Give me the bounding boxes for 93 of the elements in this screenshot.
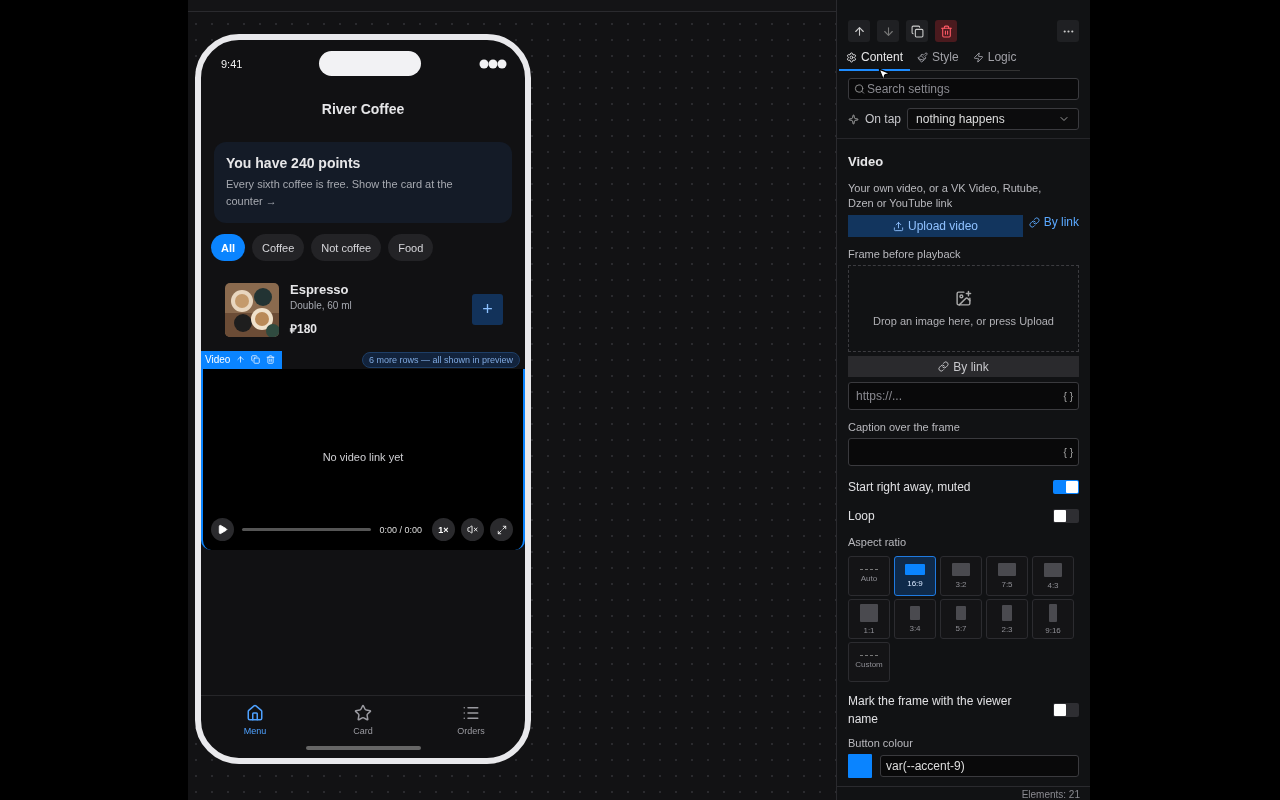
- caption-field[interactable]: [848, 438, 1079, 466]
- search-field[interactable]: Search settings: [848, 78, 1079, 100]
- move-down-button[interactable]: [877, 20, 899, 42]
- category-chip[interactable]: Coffee: [252, 234, 305, 261]
- more-button[interactable]: [1057, 20, 1079, 42]
- mute-icon: [467, 524, 478, 535]
- image-plus-icon: [955, 290, 972, 307]
- upload-icon: [892, 220, 904, 232]
- brush-icon: [917, 51, 929, 63]
- play-icon: [217, 524, 228, 535]
- ratio-option[interactable]: 3:4: [894, 599, 936, 639]
- star-icon: [354, 704, 372, 722]
- move-up-button[interactable]: [848, 20, 870, 42]
- product-detail: Double, 60 ml: [290, 300, 353, 311]
- add-button[interactable]: +: [472, 294, 503, 325]
- fullscreen-button[interactable]: [490, 518, 513, 541]
- colour-label: Button colour: [848, 737, 914, 749]
- tab-bar-item[interactable]: Menu: [215, 704, 295, 736]
- frame-by-link-button[interactable]: By link: [848, 356, 1079, 377]
- by-link-button[interactable]: By link: [1028, 215, 1079, 229]
- ratio-option[interactable]: 1:1: [848, 599, 890, 639]
- bolt-icon: [972, 51, 984, 63]
- image-dropzone[interactable]: Drop an image here, or press Upload: [848, 265, 1079, 352]
- caption-label: Caption over the frame: [848, 421, 961, 433]
- tab-bar-item[interactable]: Card: [323, 704, 403, 736]
- ratio-option[interactable]: 3:2: [940, 556, 982, 596]
- app-title: River Coffee: [320, 100, 406, 119]
- ratio-option[interactable]: Auto: [848, 556, 890, 596]
- category-chip[interactable]: Not coffee: [311, 234, 382, 261]
- category-chip[interactable]: All: [211, 234, 246, 261]
- category-chip[interactable]: Food: [388, 234, 434, 261]
- status-text: Elements: 21: [1021, 789, 1080, 800]
- colour-swatch[interactable]: [848, 754, 872, 778]
- toggle-switch[interactable]: [1053, 480, 1079, 494]
- list-icon: [462, 704, 480, 722]
- product-price: ₽180: [290, 321, 319, 337]
- settings-icon: [846, 51, 857, 63]
- video-player[interactable]: No video link yet 0:00 / 0:00 1×: [201, 369, 525, 550]
- trash-icon: [939, 24, 953, 38]
- colour-field[interactable]: var(--accent-9): [880, 755, 1079, 777]
- search-icon: [854, 83, 865, 95]
- arrow-down-icon: [881, 24, 895, 38]
- panel-tab[interactable]: Style: [910, 46, 966, 71]
- braces-button[interactable]: { }: [1063, 446, 1073, 458]
- section-title: Video: [848, 154, 885, 169]
- ratio-option[interactable]: 9:16: [1032, 599, 1074, 639]
- mute-button[interactable]: [461, 518, 484, 541]
- copy-icon: [910, 24, 924, 38]
- braces-button[interactable]: { }: [1063, 390, 1073, 402]
- expand-icon: [496, 524, 507, 535]
- speed-button[interactable]: 1×: [432, 518, 455, 541]
- duplicate-button[interactable]: [906, 20, 928, 42]
- toggle-label: Mark the frame with the viewer name: [848, 693, 1013, 728]
- arrow-up-icon[interactable]: [236, 355, 246, 364]
- arrow-up-icon: [852, 24, 866, 38]
- dots-icon: [479, 58, 507, 69]
- on-tap-label: On tap: [865, 112, 902, 126]
- panel-tab[interactable]: Logic: [965, 46, 1024, 71]
- selection-label: Video: [205, 354, 231, 365]
- trash-icon[interactable]: [266, 355, 276, 364]
- toggle-switch[interactable]: [1053, 703, 1079, 717]
- rows-note: 6 more rows — all shown in preview: [361, 351, 520, 368]
- ratio-option[interactable]: 4:3: [1032, 556, 1074, 596]
- points-card[interactable]: You have 240 points Every sixth coffee is free. Show the card at the counter →: [214, 142, 512, 223]
- toggle-switch[interactable]: [1053, 509, 1079, 523]
- cursor-icon: [877, 67, 891, 81]
- toggle-label: Start right away, muted: [848, 479, 971, 496]
- status-time: 9:41: [221, 57, 244, 70]
- dropzone-text: Drop an image here, or press Upload: [873, 315, 1054, 327]
- points-title: You have 240 points: [226, 155, 362, 171]
- product-name: Espresso: [290, 282, 350, 297]
- tab-bar-item[interactable]: Orders: [431, 704, 511, 736]
- video-time: 0:00 / 0:00: [379, 524, 422, 535]
- ratio-option[interactable]: 5:7: [940, 599, 982, 639]
- video-message: No video link yet: [322, 451, 404, 463]
- section-description: Your own video, or a VK Video, Rutube, Dzen or YouTube link: [848, 181, 1043, 211]
- delete-button[interactable]: [935, 20, 957, 42]
- aspect-label: Aspect ratio: [848, 536, 908, 548]
- link-icon: [1028, 216, 1040, 228]
- on-tap-select[interactable]: nothing happens: [907, 108, 1079, 130]
- home-icon: [246, 704, 264, 722]
- frame-label: Frame before playback: [848, 248, 962, 260]
- link-icon: [938, 361, 950, 372]
- play-button[interactable]: [211, 518, 234, 541]
- ratio-option[interactable]: 2:3: [986, 599, 1028, 639]
- toggle-label: Loop: [848, 508, 875, 525]
- upload-button[interactable]: Upload video: [848, 215, 1023, 237]
- progress-track[interactable]: [242, 528, 372, 531]
- ratio-option[interactable]: 7:5: [986, 556, 1028, 596]
- ratio-option[interactable]: Custom: [848, 642, 890, 682]
- ratio-option[interactable]: 16:9: [894, 556, 936, 596]
- points-text: Every sixth coffee is free. Show the card at the counter →: [226, 177, 454, 209]
- sparkle-icon: [848, 113, 859, 125]
